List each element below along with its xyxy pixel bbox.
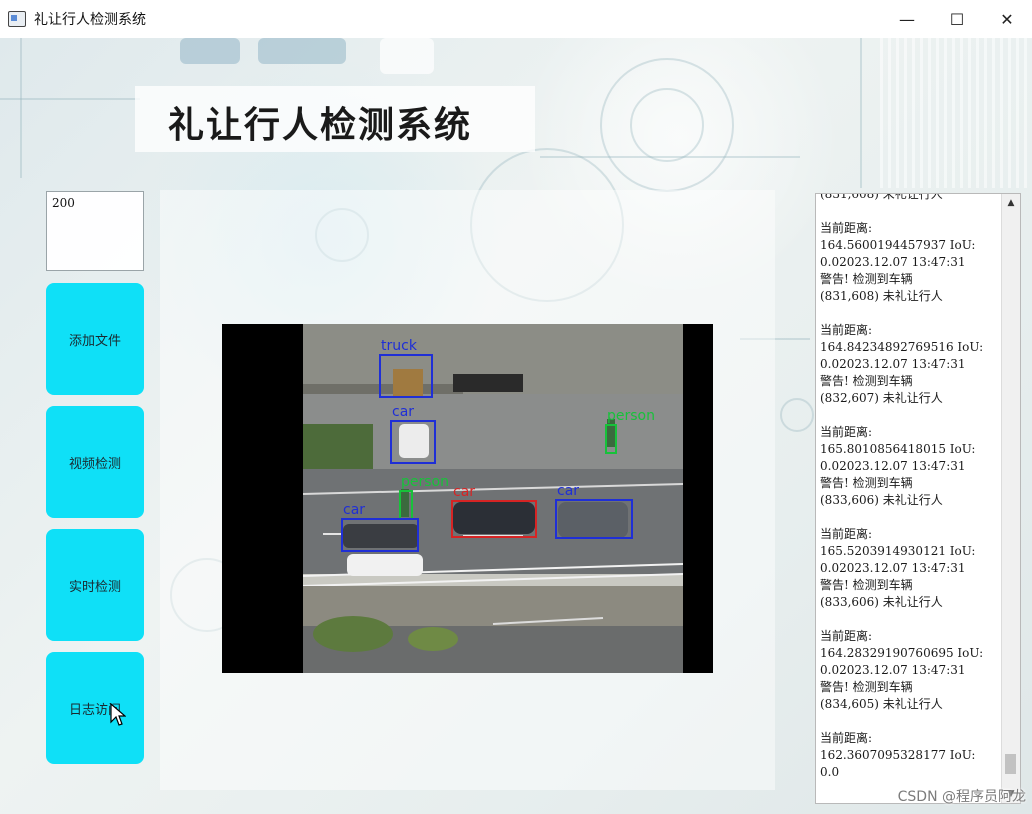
log-access-button[interactable]: 日志访问: [46, 652, 144, 764]
detection-label: car: [343, 502, 366, 518]
background-stripes-decoration: [880, 38, 1032, 188]
detection-box: car: [555, 483, 633, 539]
circuit-line-decoration: [540, 156, 800, 158]
add-file-button[interactable]: 添加文件: [46, 283, 144, 395]
threshold-input[interactable]: 200: [46, 191, 144, 271]
detection-box: car: [341, 502, 419, 552]
detection-box: car: [451, 484, 537, 538]
circuit-line-decoration: [860, 38, 862, 188]
detection-box: car: [390, 404, 436, 464]
watermark: CSDN @程序员阿龙: [897, 789, 1026, 805]
video-display: truck car person person car car car: [222, 324, 713, 673]
detection-box: person: [605, 408, 655, 454]
detection-label: car: [392, 404, 415, 420]
log-panel[interactable]: (831,608) 未礼让行人 当前距离: 164.5600194457937 …: [815, 193, 1021, 804]
detection-box: truck: [379, 338, 433, 398]
page-title: 礼让行人检测系统: [168, 105, 473, 146]
detection-label: car: [557, 483, 580, 499]
circuit-circle-decoration: [630, 88, 704, 162]
detection-label: car: [453, 484, 476, 500]
scroll-up-icon[interactable]: ▲: [1002, 194, 1020, 212]
minimize-button[interactable]: —: [882, 0, 932, 38]
detection-label: truck: [381, 338, 417, 354]
minimize-icon: —: [899, 9, 915, 29]
video-frame: truck car person person car car car: [303, 324, 683, 673]
log-text: (831,608) 未礼让行人 当前距离: 164.5600194457937 …: [820, 193, 984, 779]
app-background: 礼让行人检测系统 200 添加文件 视频检测 实时检测 日志访问 truck c…: [0, 38, 1032, 814]
scroll-thumb[interactable]: [1005, 754, 1016, 774]
background-tile-decoration: [180, 38, 240, 64]
mouse-cursor-icon: [110, 703, 126, 726]
maximize-button[interactable]: ☐: [932, 0, 982, 38]
app-icon: [8, 11, 26, 27]
window-title: 礼让行人检测系统: [34, 12, 146, 28]
detection-label: person: [607, 408, 655, 424]
close-icon: ✕: [1000, 9, 1014, 29]
background-tile-decoration: [380, 38, 434, 74]
title-bar: 礼让行人检测系统 — ☐ ✕: [0, 0, 1032, 39]
log-scrollbar[interactable]: ▲ ▼: [1001, 194, 1020, 803]
background-tile-decoration: [258, 38, 346, 64]
circuit-circle-decoration: [780, 398, 814, 432]
maximize-icon: ☐: [949, 9, 965, 29]
realtime-detect-button[interactable]: 实时检测: [46, 529, 144, 641]
circuit-line-decoration: [20, 38, 22, 178]
detection-box: person: [399, 474, 449, 520]
detection-layer: truck car person person car car car: [303, 324, 683, 673]
detection-label: person: [401, 474, 449, 490]
video-detect-button[interactable]: 视频检测: [46, 406, 144, 518]
close-button[interactable]: ✕: [982, 0, 1032, 38]
